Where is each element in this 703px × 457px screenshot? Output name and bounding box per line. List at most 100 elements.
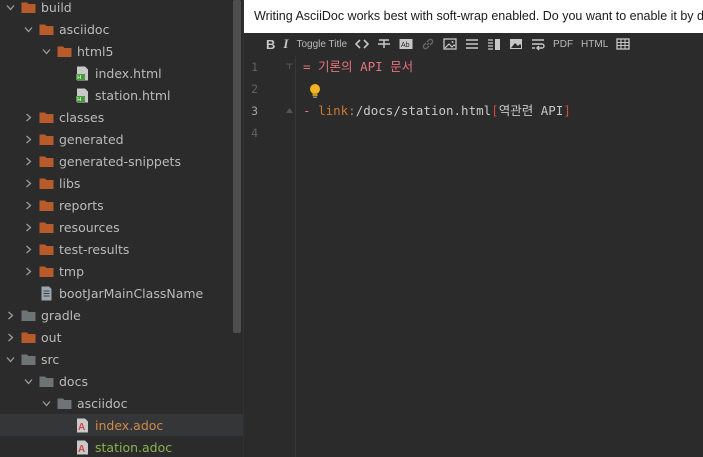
folder-icon [38,373,54,389]
table-icon[interactable] [616,34,630,54]
link-close-bracket: ] [563,103,571,118]
bold-icon[interactable]: B [266,34,275,54]
chevron-right-icon[interactable] [22,172,34,194]
asciidoc-editor[interactable]: Writing AsciiDoc works best with soft-wr… [244,0,703,457]
tree-item[interactable]: docs [0,370,243,392]
asciidoc-file-icon: A [74,417,90,433]
code-line-3: - link:/docs/station.html[역관련 API] [303,100,571,122]
list-dash: - [303,103,319,118]
folder-icon [38,153,54,169]
tree-item[interactable]: libs [0,172,243,194]
chevron-down-icon[interactable] [22,370,34,392]
folder-icon [38,21,54,37]
tree-item-label: src [41,351,60,367]
tree-item-label: reports [59,197,104,213]
tree-item-label: index.html [95,65,162,81]
chevron-right-icon[interactable] [4,304,16,326]
folder-icon [20,0,36,15]
tree-item-label: index.adoc [95,417,164,433]
tree-item-label: generated [59,131,124,147]
toggle-title-button[interactable]: Toggle Title [296,34,347,54]
chevron-right-icon[interactable] [22,128,34,150]
tree-item[interactable]: generated-snippets [0,150,243,172]
line-number: 2 [251,82,258,96]
tree-item[interactable]: bootJarMainClassName [0,282,243,304]
tree-item-label: out [41,329,62,345]
code-icon[interactable] [355,34,370,54]
tree-item[interactable]: Hindex.html [0,62,243,84]
fold-marker-icon[interactable] [285,62,294,71]
tree-item[interactable]: asciidoc [0,392,243,414]
highlight-icon[interactable]: Ab [399,34,413,54]
chevron-right-icon[interactable] [22,106,34,128]
folder-icon [38,263,54,279]
tree-item[interactable]: resources [0,216,243,238]
line-number: 4 [251,126,258,140]
tree-item[interactable]: Astation.adoc [0,436,243,457]
pdf-button[interactable]: PDF [553,34,573,54]
tree-scrollbar[interactable] [233,0,241,333]
folder-icon [38,109,54,125]
svg-text:A: A [78,422,85,433]
tree-item-label: station.adoc [95,439,173,455]
folder-icon [38,241,54,257]
strikethrough-icon[interactable] [377,34,391,54]
html-button[interactable]: HTML [581,34,608,54]
tree-item-label: libs [59,175,81,191]
folder-icon [20,329,36,345]
folder-icon [20,307,36,323]
chevron-down-icon[interactable] [22,18,34,40]
chevron-down-icon[interactable] [4,348,16,370]
tree-item-label: classes [59,109,105,125]
tree-item[interactable]: Hstation.html [0,84,243,106]
svg-text:A: A [78,444,85,455]
tree-item[interactable]: html5 [0,40,243,62]
italic-icon[interactable]: I [283,34,288,54]
chevron-right-icon[interactable] [22,194,34,216]
soft-wrap-icon[interactable] [531,34,545,54]
chevron-down-icon[interactable] [4,0,16,18]
tree-item[interactable]: src [0,348,243,370]
tree-item[interactable]: reports [0,194,243,216]
line-number-gutter[interactable]: 1 2 3 4 [244,56,296,457]
html-file-icon: H [74,65,90,81]
tree-item[interactable]: tmp [0,260,243,282]
tree-item[interactable]: asciidoc [0,18,243,40]
link-icon[interactable] [421,34,435,54]
tree-item[interactable]: classes [0,106,243,128]
chevron-down-icon[interactable] [40,392,52,414]
chevron-right-icon[interactable] [22,216,34,238]
fold-end-marker-icon[interactable] [285,106,294,115]
tree-item[interactable]: gradle [0,304,243,326]
tree-item[interactable]: generated [0,128,243,150]
asciidoc-file-icon: A [74,439,90,455]
code-area[interactable]: = 기론의 API 문서 - link:/docs/station.html[역… [297,56,703,457]
tree-item[interactable]: Aindex.adoc [0,414,243,436]
folder-icon [38,131,54,147]
tree-item-label: build [41,0,72,15]
svg-text:H: H [77,75,81,81]
svg-text:Ab: Ab [401,42,410,49]
chevron-right-icon[interactable] [4,326,16,348]
tree-item[interactable]: build [0,0,243,18]
chevron-right-icon[interactable] [22,260,34,282]
image-preview-icon[interactable] [509,34,523,54]
tree-item[interactable]: out [0,326,243,348]
chevron-right-icon[interactable] [22,150,34,172]
tree-item-label: station.html [95,87,171,103]
tree-item-label: gradle [41,307,81,323]
chevron-right-icon[interactable] [22,238,34,260]
project-tree[interactable]: build asciidoc html5 Hindex.html Hstation.ht… [0,0,243,457]
editor-preview-icon[interactable] [487,34,501,54]
tree-item[interactable]: test-results [0,238,243,260]
list-icon[interactable] [465,34,479,54]
image-icon[interactable] [443,34,457,54]
html-file-icon: H [74,87,90,103]
chevron-down-icon[interactable] [40,40,52,62]
code-line-1: = 기론의 API 문서 [303,59,414,74]
tree-item-label: asciidoc [77,395,128,411]
folder-icon [20,351,36,367]
